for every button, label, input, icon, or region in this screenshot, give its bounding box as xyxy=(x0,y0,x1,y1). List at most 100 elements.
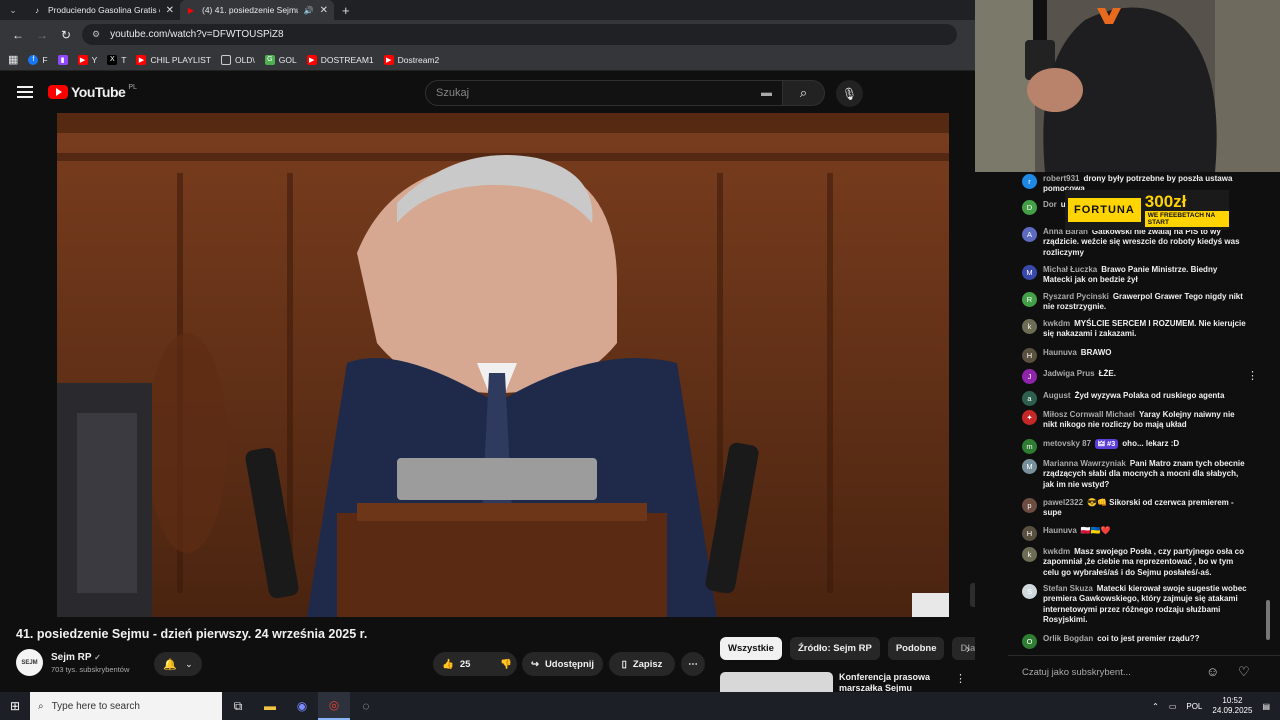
chat-avatar[interactable]: A xyxy=(1022,227,1037,242)
bookmark-t[interactable]: XT xyxy=(107,54,126,65)
back-button[interactable]: ← xyxy=(6,28,30,42)
chat-message[interactable]: a August Żyd wyzywa Polaka od ruskiego age… xyxy=(1008,391,1264,406)
share-button[interactable]: ↪ Udostępnij xyxy=(522,652,603,676)
heart-icon[interactable]: ♡ xyxy=(1238,664,1250,680)
chat-message[interactable]: H Haunuva 🇵🇱🇺🇦❤️ xyxy=(1008,526,1264,541)
chip-source[interactable]: Źródło: Sejm RP xyxy=(789,637,880,660)
task-view-icon[interactable]: ⧉ xyxy=(222,692,254,720)
apps-icon[interactable]: ▦ xyxy=(8,53,18,66)
bookmark-dostream1[interactable]: ▶ DOSTREAM1 xyxy=(306,54,374,65)
chat-author[interactable]: Dor xyxy=(1043,200,1057,209)
tab-search-button[interactable]: ⌄ xyxy=(0,0,26,20)
bookmark-dostream2[interactable]: ▶ Dostream2 xyxy=(383,54,439,65)
chevron-up-icon[interactable]: ⌃ xyxy=(1152,702,1159,711)
site-info-icon[interactable]: ⚙ xyxy=(92,29,100,40)
bookmark-old[interactable]: OLD\ xyxy=(220,54,255,65)
chat-avatar[interactable]: a xyxy=(1022,391,1037,406)
forward-button[interactable]: → xyxy=(30,28,54,42)
chat-author[interactable]: pawel2322 xyxy=(1043,498,1083,507)
chat-avatar[interactable]: S xyxy=(1022,584,1037,599)
menu-icon[interactable] xyxy=(17,86,33,98)
chat-message[interactable]: M Marianna Wawrzyniak Pani Matro znam tych… xyxy=(1008,459,1264,490)
emoji-icon[interactable]: ☺ xyxy=(1206,664,1219,679)
notification-icon[interactable]: ▤ xyxy=(1262,702,1270,711)
bookmark-twitch[interactable]: ▮ xyxy=(57,54,68,65)
voice-search-button[interactable]: 🎙 xyxy=(836,80,863,107)
chat-avatar[interactable]: M xyxy=(1022,265,1037,280)
speaker-icon[interactable]: 🔊 xyxy=(304,6,314,15)
chat-avatar[interactable]: k xyxy=(1022,319,1037,334)
chat-message[interactable]: M Michał Łuczka Brawo Panie Ministrze. Bie… xyxy=(1008,265,1264,286)
like-button[interactable]: 👍 xyxy=(442,659,454,670)
chat-avatar[interactable]: O xyxy=(1022,634,1037,649)
chip-all[interactable]: Wszystkie xyxy=(720,637,782,660)
clock[interactable]: 10:52 24.09.2025 xyxy=(1212,696,1252,716)
chat-message[interactable]: J Jadwiga Prus ŁŻE. ⋮ xyxy=(1008,369,1264,384)
file-explorer-icon[interactable]: ▬ xyxy=(254,692,286,720)
display-icon[interactable]: ▭ xyxy=(1169,702,1177,711)
chat-message[interactable]: p pawel2322 😎👊 Sikorski od czerwca premier… xyxy=(1008,498,1264,519)
chat-message[interactable]: A Anna Baran Gatkowski nie zwalaj na PiS t… xyxy=(1008,227,1264,258)
chip-related[interactable]: Podobne xyxy=(887,637,945,660)
fortuna-ad[interactable]: FORTUNA 300zł WE FREEBETACH NA START xyxy=(1065,190,1229,230)
channel-avatar[interactable]: SEJM xyxy=(16,649,43,676)
chat-avatar[interactable]: k xyxy=(1022,547,1037,562)
notification-button[interactable]: 🔔 ⌄ xyxy=(154,652,202,676)
channel-name[interactable]: Sejm RP ✓ xyxy=(51,652,129,663)
chat-avatar[interactable]: M xyxy=(1022,459,1037,474)
chat-avatar[interactable]: H xyxy=(1022,526,1037,541)
save-button[interactable]: ▯ Zapisz xyxy=(609,652,675,676)
taskbar-search[interactable]: ⌕ Type here to search xyxy=(30,692,222,720)
close-tab-icon[interactable]: ✕ xyxy=(166,5,174,16)
reload-button[interactable]: ↻ xyxy=(54,28,78,42)
chat-message[interactable]: H Haunuva BRAWO xyxy=(1008,348,1264,363)
chat-message[interactable]: m metovsky 87 🜲 #3 oho... lekarz :D xyxy=(1008,439,1264,454)
chat-author[interactable]: Haunuva xyxy=(1043,348,1077,357)
chat-author[interactable]: kwkdm xyxy=(1043,547,1070,556)
youtube-logo[interactable]: YouTube PL xyxy=(48,84,137,100)
windows-start-icon[interactable]: ⊞ xyxy=(0,699,30,713)
recommended-video[interactable]: Konferencja prasowa marszałka Sejmu Szym… xyxy=(720,672,980,704)
chat-author[interactable]: Ryszard Pycinski xyxy=(1043,292,1109,301)
chat-author[interactable]: kwkdm xyxy=(1043,319,1070,328)
chat-author[interactable]: Stefan Skuza xyxy=(1043,584,1093,593)
chat-input[interactable]: Czatuj jako subskrybent... xyxy=(1020,661,1200,683)
chat-avatar[interactable]: H xyxy=(1022,348,1037,363)
close-tab-icon[interactable]: ✕ xyxy=(320,5,328,16)
search-input[interactable]: Szukaj ▬ xyxy=(425,80,783,106)
chat-avatar[interactable]: R xyxy=(1022,292,1037,307)
chat-author[interactable]: Miłosz Cornwall Michael xyxy=(1043,410,1135,419)
bookmark-f[interactable]: fF xyxy=(28,54,48,65)
chat-author[interactable]: Haunuva xyxy=(1043,526,1077,535)
search-button[interactable]: ⌕ xyxy=(783,80,825,106)
video-player[interactable] xyxy=(57,113,949,617)
chat-avatar[interactable]: m xyxy=(1022,439,1037,454)
chat-avatar[interactable]: p xyxy=(1022,498,1037,513)
chat-message[interactable]: k kwkdm MYŚLCIE SERCEM I ROZUMEM. Nie kier… xyxy=(1008,319,1264,340)
chat-avatar[interactable]: D xyxy=(1022,200,1037,215)
chat-author[interactable]: Marianna Wawrzyniak xyxy=(1043,459,1126,468)
message-menu-icon[interactable]: ⋮ xyxy=(1247,369,1258,382)
bookmark-gol[interactable]: G GOL xyxy=(264,54,297,65)
chat-author[interactable]: robert931 xyxy=(1043,174,1079,183)
bookmark-y[interactable]: ▶ Y xyxy=(77,54,97,65)
chat-avatar[interactable]: r xyxy=(1022,174,1037,189)
keyboard-icon[interactable]: ▬ xyxy=(761,87,772,99)
tab-gasolina[interactable]: ♪ Produciendo Gasolina Gratis co ✕ xyxy=(26,0,180,20)
chevron-right-icon[interactable]: › xyxy=(966,642,970,656)
chat-author[interactable]: Michał Łuczka xyxy=(1043,265,1097,274)
chat-avatar[interactable]: J xyxy=(1022,369,1037,384)
chat-message[interactable]: S Stefan Skuza Matecki kierował swoje suge… xyxy=(1008,584,1264,626)
chrome-icon[interactable]: ◎ xyxy=(318,692,350,720)
app-icon-2[interactable]: ◌ xyxy=(350,692,382,720)
app-icon[interactable]: ◉ xyxy=(286,692,318,720)
rec-more-icon[interactable]: ⋮ xyxy=(955,672,966,694)
chat-message[interactable]: k kwkdm Masz swojego Posła , czy partyjneg… xyxy=(1008,547,1264,578)
dislike-button[interactable]: 👎 xyxy=(500,659,512,670)
chat-avatar[interactable]: ✦ xyxy=(1022,410,1037,425)
chat-author[interactable]: metovsky 87 xyxy=(1043,439,1091,448)
url-field[interactable]: ⚙ youtube.com/watch?v=DFWTOUSPiZ8 xyxy=(82,24,957,45)
language-indicator[interactable]: POL xyxy=(1186,702,1202,711)
new-tab-button[interactable]: + xyxy=(334,3,358,18)
chat-author[interactable]: August xyxy=(1043,391,1071,400)
